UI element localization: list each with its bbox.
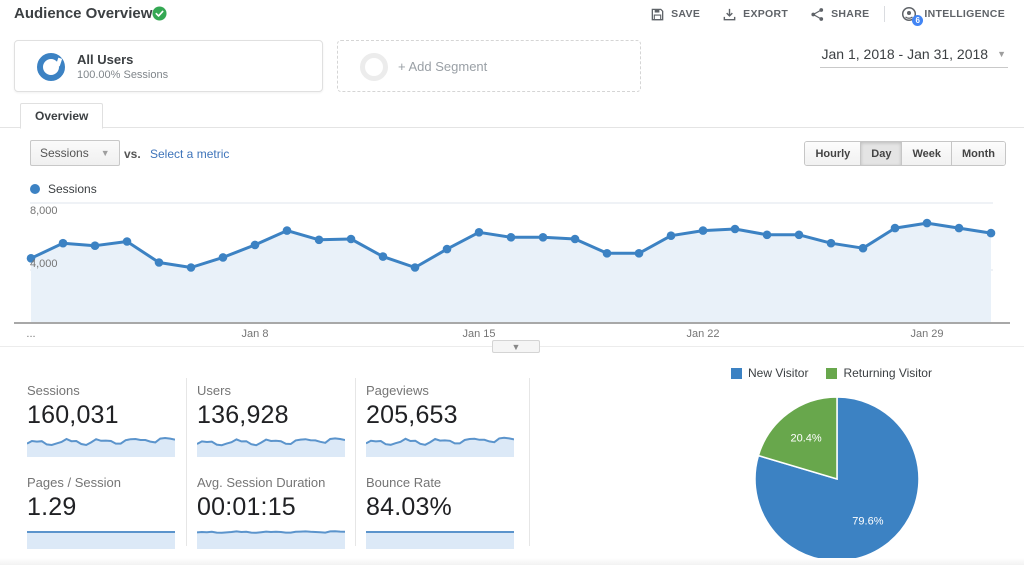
pie-legend-label: Returning Visitor bbox=[843, 366, 932, 380]
x-axis-tick-label: Jan 15 bbox=[462, 328, 496, 340]
granularity-week-button[interactable]: Week bbox=[901, 142, 952, 165]
intelligence-label: INTELLIGENCE bbox=[924, 8, 1005, 20]
share-label: SHARE bbox=[831, 8, 870, 20]
chevron-down-icon: ▼ bbox=[100, 148, 110, 158]
pie-legend-label: New Visitor bbox=[748, 366, 809, 380]
scorecard-label: Bounce Rate bbox=[366, 475, 442, 490]
scorecard-value: 1.29 bbox=[27, 493, 77, 521]
avg-duration-sparkline bbox=[197, 530, 345, 549]
scorecard-label: Avg. Session Duration bbox=[197, 475, 326, 490]
tab-strip: Overview bbox=[0, 100, 1024, 129]
scorecard-label: Pages / Session bbox=[27, 475, 121, 490]
line-chart-canvas bbox=[14, 202, 1010, 324]
new-visitor-swatch-icon bbox=[731, 367, 742, 379]
scorecard-bounce-rate[interactable]: Bounce Rate 84.03% bbox=[366, 475, 518, 549]
pie-legend-new-visitor: New Visitor bbox=[731, 366, 808, 380]
scorecard-pages-session[interactable]: Pages / Session 1.29 bbox=[27, 475, 179, 549]
export-button[interactable]: EXPORT bbox=[711, 0, 799, 28]
x-axis-tick-label: Jan 29 bbox=[910, 328, 944, 340]
users-sparkline bbox=[197, 437, 345, 457]
header-actions: SAVE EXPORT SHARE 6 INTELLIGENCE bbox=[639, 0, 1016, 28]
save-icon bbox=[651, 8, 664, 20]
pageviews-sparkline bbox=[366, 436, 514, 457]
scorecard-value: 84.03% bbox=[366, 493, 452, 521]
x-axis-tick-label: ... bbox=[26, 328, 36, 340]
y-axis-tick-label: 8,000 bbox=[30, 205, 58, 217]
svg-text:79.6%: 79.6% bbox=[852, 515, 883, 527]
actions-divider bbox=[884, 6, 886, 22]
select-metric-link[interactable]: Select a metric bbox=[150, 147, 229, 161]
metric-dropdown-value: Sessions bbox=[40, 146, 89, 160]
returning-visitor-swatch-icon bbox=[826, 367, 838, 379]
scorecard-pageviews[interactable]: Pageviews 205,653 bbox=[366, 383, 518, 457]
chevron-down-icon: ▼ bbox=[997, 49, 1006, 59]
granularity-hourly-button[interactable]: Hourly bbox=[805, 142, 861, 165]
add-segment-label: + Add Segment bbox=[398, 59, 488, 74]
pie-legend: New Visitor Returning Visitor bbox=[731, 366, 932, 380]
segment-title: All Users bbox=[77, 52, 134, 67]
card-divider bbox=[529, 378, 530, 546]
save-button[interactable]: SAVE bbox=[639, 0, 711, 28]
share-button[interactable]: SHARE bbox=[799, 0, 880, 28]
segment-card-all-users[interactable]: All Users 100.00% Sessions bbox=[14, 40, 323, 92]
scorecard-label: Sessions bbox=[27, 383, 80, 398]
visitor-pie-chart[interactable]: 79.6% 20.4% bbox=[752, 394, 922, 564]
chart-collapse-handle[interactable]: ▼ bbox=[492, 340, 540, 353]
legend-dot-icon bbox=[30, 184, 40, 194]
save-label: SAVE bbox=[671, 8, 701, 20]
granularity-day-button[interactable]: Day bbox=[860, 142, 902, 165]
granularity-month-button[interactable]: Month bbox=[951, 142, 1005, 165]
legend-label: Sessions bbox=[48, 182, 97, 196]
scorecard-label: Pageviews bbox=[366, 383, 429, 398]
share-icon bbox=[811, 7, 824, 21]
y-axis-tick-label: 4,000 bbox=[30, 258, 58, 270]
tab-overview[interactable]: Overview bbox=[20, 103, 104, 129]
chart-legend: Sessions bbox=[30, 182, 97, 196]
bounce-rate-sparkline bbox=[366, 531, 514, 549]
vs-label: vs. bbox=[124, 147, 141, 161]
scorecard-value: 136,928 bbox=[197, 401, 289, 429]
add-segment-card[interactable]: + Add Segment bbox=[337, 40, 641, 92]
scorecard-avg-duration[interactable]: Avg. Session Duration 00:01:15 bbox=[197, 475, 349, 549]
intelligence-badge: 6 bbox=[912, 15, 924, 26]
scorecard-users[interactable]: Users 136,928 bbox=[197, 383, 349, 457]
page-title: Audience Overview bbox=[14, 5, 153, 22]
audience-overview-page: Audience Overview SAVE EXPORT SHARE 6 IN… bbox=[0, 0, 1024, 565]
sessions-line-chart[interactable]: 8,000 4,000... Jan 8 Jan 15 Jan 22 Jan 29 bbox=[0, 196, 1024, 346]
scorecard-value: 00:01:15 bbox=[197, 493, 296, 521]
scorecard-value: 160,031 bbox=[27, 401, 119, 429]
bottom-fade bbox=[0, 558, 1024, 565]
x-axis-tick-label: Jan 8 bbox=[241, 328, 269, 340]
segment-subtitle: 100.00% Sessions bbox=[77, 69, 169, 81]
date-range-label: Jan 1, 2018 - Jan 31, 2018 bbox=[821, 46, 989, 62]
chevron-down-icon: ▼ bbox=[511, 342, 521, 352]
add-segment-ring-icon bbox=[360, 53, 388, 81]
x-axis-tick-label: Jan 22 bbox=[686, 328, 720, 340]
scorecard-sessions[interactable]: Sessions 160,031 bbox=[27, 383, 179, 457]
scorecard-value: 205,653 bbox=[366, 401, 458, 429]
intelligence-button[interactable]: 6 INTELLIGENCE bbox=[889, 0, 1016, 28]
card-divider bbox=[355, 378, 356, 546]
pages-session-sparkline bbox=[27, 531, 175, 549]
pie-legend-returning-visitor: Returning Visitor bbox=[826, 366, 932, 380]
scorecard-label: Users bbox=[197, 383, 231, 398]
granularity-toggle: Hourly Day Week Month bbox=[804, 141, 1006, 166]
verified-badge-icon bbox=[152, 6, 167, 21]
svg-text:20.4%: 20.4% bbox=[790, 433, 821, 445]
export-label: EXPORT bbox=[743, 8, 789, 20]
card-divider bbox=[186, 378, 187, 546]
segment-ring-icon bbox=[37, 53, 65, 81]
download-icon bbox=[723, 8, 736, 20]
sessions-sparkline bbox=[27, 436, 175, 457]
date-range-selector[interactable]: Jan 1, 2018 - Jan 31, 2018 ▼ bbox=[819, 44, 1008, 68]
metric-dropdown[interactable]: Sessions ▼ bbox=[30, 140, 120, 166]
